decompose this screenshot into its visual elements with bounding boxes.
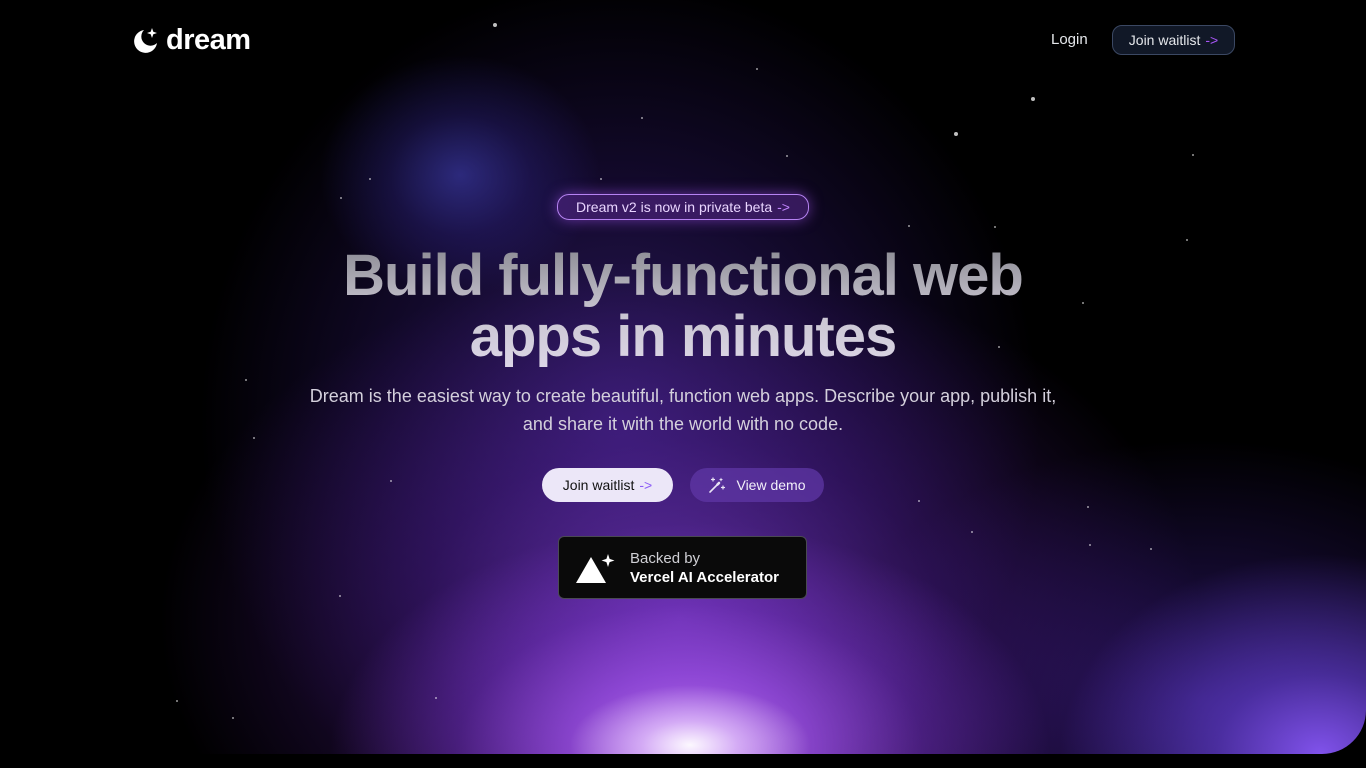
star (232, 717, 234, 719)
hero-background (0, 0, 1366, 754)
star (918, 500, 920, 502)
star (641, 117, 643, 119)
star (1031, 97, 1035, 101)
headline-line-2: apps in minutes (469, 304, 897, 369)
star (954, 132, 958, 136)
hero-subtitle: Dream is the easiest way to create beaut… (283, 382, 1083, 438)
view-demo-button[interactable]: View demo (690, 468, 824, 502)
logo-text: dream (166, 24, 251, 56)
star (908, 225, 910, 227)
hero-headline: Build fully-functional web apps in minut… (233, 245, 1133, 367)
accelerator-name: Vercel AI Accelerator (630, 568, 779, 586)
join-waitlist-button[interactable]: Join waitlist -> (542, 468, 673, 502)
subtitle-line-1: Dream is the easiest way to create beaut… (309, 386, 1057, 406)
vercel-sparkle-icon (576, 553, 615, 583)
beta-announcement-text: Dream v2 is now in private beta (576, 199, 773, 215)
moon-star-icon (134, 27, 157, 53)
star (1087, 506, 1089, 508)
star (253, 437, 255, 439)
star (369, 178, 371, 180)
magic-wand-icon (709, 477, 726, 493)
backed-by-text: Backed by Vercel AI Accelerator (630, 549, 779, 587)
join-waitlist-label: Join waitlist (562, 477, 635, 493)
star (176, 700, 178, 702)
view-demo-label: View demo (736, 477, 806, 493)
arrow-icon: -> (1205, 32, 1219, 48)
logo[interactable]: dream (130, 26, 251, 55)
arrow-icon: -> (639, 477, 653, 493)
backed-by-badge[interactable]: Backed by Vercel AI Accelerator (558, 536, 807, 599)
star (1150, 548, 1152, 550)
star (600, 178, 602, 180)
star (493, 23, 497, 27)
star (390, 480, 392, 482)
star (245, 379, 247, 381)
header-join-waitlist-button[interactable]: Join waitlist -> (1112, 25, 1235, 55)
arrow-icon: -> (777, 199, 790, 215)
star (339, 595, 341, 597)
backed-by-label: Backed by (630, 549, 701, 567)
star (435, 697, 437, 699)
star (756, 68, 758, 70)
subtitle-line-2: and share it with the world with no code… (522, 414, 844, 434)
headline-line-1: Build fully-functional web (343, 243, 1023, 308)
star (340, 197, 342, 199)
star (786, 155, 788, 157)
beta-announcement-pill[interactable]: Dream v2 is now in private beta -> (557, 194, 809, 220)
star (1186, 239, 1188, 241)
login-link[interactable]: Login (1051, 31, 1088, 48)
star (971, 531, 973, 533)
star (994, 226, 996, 228)
star (1192, 154, 1194, 156)
star (1089, 544, 1091, 546)
header-join-label: Join waitlist (1128, 32, 1201, 48)
